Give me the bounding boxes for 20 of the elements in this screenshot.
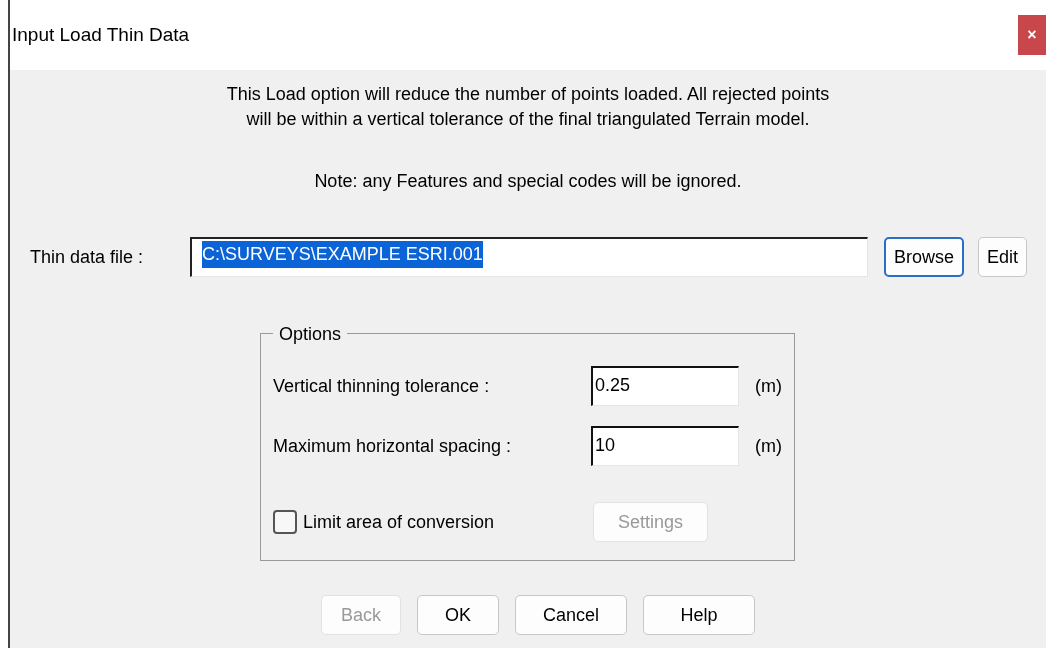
number-field[interactable]: 0.25 bbox=[591, 366, 739, 406]
field-label: Thin data file : bbox=[30, 245, 145, 269]
checkbox-label: Limit area of conversion bbox=[303, 510, 496, 534]
cancel-button[interactable]: Cancel bbox=[515, 595, 627, 635]
browse-button[interactable]: Browse bbox=[884, 237, 965, 277]
window-title: Input Load Thin Data bbox=[11, 22, 190, 47]
checkbox[interactable] bbox=[273, 510, 297, 534]
unit-label: (m) bbox=[755, 434, 782, 458]
description-text: This Load option will reduce the number of points loaded. All rejected points bbox=[225, 83, 831, 106]
edit-button[interactable]: Edit bbox=[978, 237, 1028, 277]
ok-button[interactable]: OK bbox=[417, 595, 499, 635]
description-text: will be within a vertical tolerance of the final triangulated Terrain model. bbox=[245, 108, 811, 131]
help-button[interactable]: Help bbox=[643, 595, 755, 635]
number-field[interactable]: 10 bbox=[591, 426, 739, 466]
close-button[interactable]: × bbox=[1018, 15, 1046, 55]
unit-label: (m) bbox=[755, 374, 782, 398]
field-label: Vertical thinning tolerance : bbox=[273, 374, 491, 398]
file-path-field[interactable]: C:\SURVEYS\EXAMPLE ESRI.001 bbox=[190, 237, 868, 277]
field-label: Maximum horizontal spacing : bbox=[273, 434, 513, 458]
note-text: Note: any Features and special codes will be ignored. bbox=[313, 170, 743, 193]
